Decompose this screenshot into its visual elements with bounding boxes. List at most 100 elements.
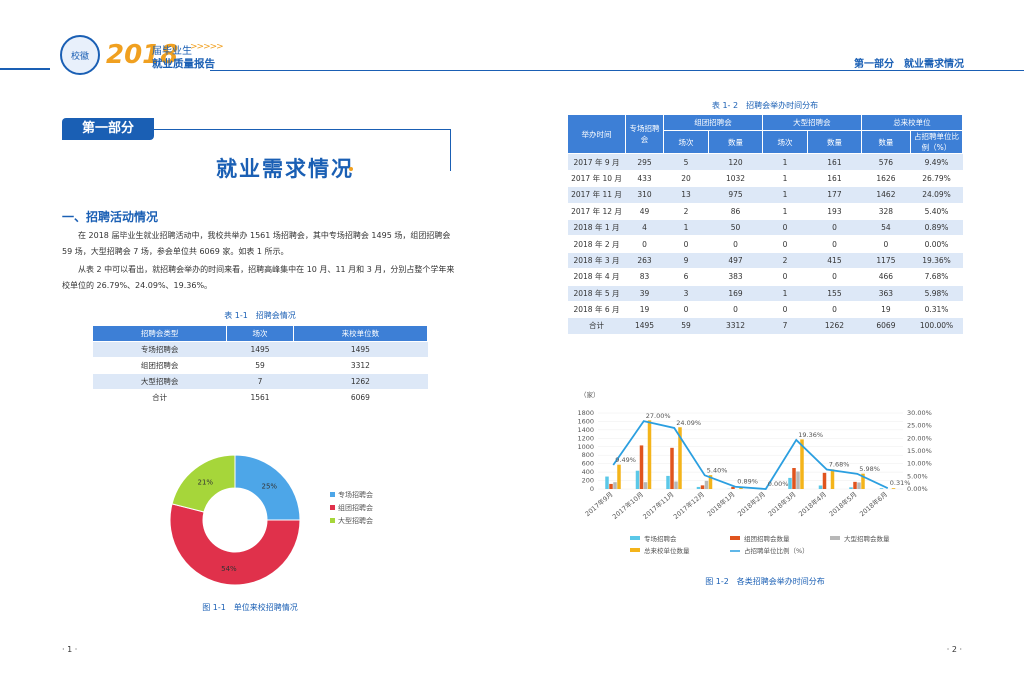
bar <box>605 476 609 489</box>
legend-label: 专场招聘会 <box>338 491 373 499</box>
x-tick-label: 2018年3月 <box>766 490 798 519</box>
bar <box>647 420 652 489</box>
header-rule-right <box>210 70 1024 71</box>
table1-cell: 7 <box>226 373 294 390</box>
y-right-tick: 30.00% <box>907 409 932 417</box>
x-tick-label: 2017年11月 <box>641 490 676 521</box>
bar <box>879 488 884 489</box>
table1-caption: 表 1-1 招聘会情况 <box>224 311 296 320</box>
table1-cell: 3312 <box>293 357 428 374</box>
table2-cell: 363 <box>861 285 911 302</box>
bar <box>853 481 857 489</box>
bar <box>700 485 705 489</box>
bar <box>849 487 853 489</box>
y-right-tick: 10.00% <box>907 460 932 468</box>
chart-caption: 图 1-2 各类招聘会举办时间分布 <box>705 577 825 586</box>
table2-cell: 177 <box>807 186 862 204</box>
table2-cell: 1626 <box>861 170 911 188</box>
table1-cell: 6069 <box>293 389 428 406</box>
pie-caption: 图 1-1 单位来校招聘情况 <box>202 603 298 612</box>
bar <box>635 470 640 489</box>
table2-cell: 2 <box>762 252 808 270</box>
pie-legend-item: 专场招聘会 <box>330 490 373 500</box>
ratio-data-label: 27.00% <box>646 412 671 420</box>
y-left-tick: 1200 <box>577 434 594 442</box>
ratio-data-label: 5.40% <box>707 466 728 474</box>
y-right-tick: 25.00% <box>907 422 932 430</box>
table2-cell: 497 <box>708 252 763 270</box>
table2-row: 2018 年 3 月 263 9 497 2 415 1175 19.36% <box>567 252 963 270</box>
bar <box>891 488 896 489</box>
table2-cell: 0 <box>625 235 664 253</box>
table2-cell: 24.09% <box>910 186 963 204</box>
report-subtitle-2: 就业质量报告 <box>152 58 215 70</box>
table-1: 招聘会类型 场次 来校单位数 专场招聘会 1495 1495 组团招聘会 59 3312 大型招… <box>91 325 429 406</box>
bar <box>617 464 621 489</box>
header-arrows: >>>>> <box>190 42 224 52</box>
table2-cell: 2017 年 12 月 <box>567 203 626 220</box>
table2-cell: 0 <box>663 235 709 253</box>
table2-cell: 9.49% <box>910 153 963 171</box>
th-group-count: 场次 <box>662 130 710 155</box>
table2-cell: 310 <box>625 186 664 204</box>
y-left-tick: 1600 <box>577 417 594 425</box>
table2-cell: 2017 年 9 月 <box>567 153 626 171</box>
pie-slice-label: 54% <box>221 565 237 573</box>
table1-cell: 专场招聘会 <box>92 341 227 358</box>
bar <box>818 485 823 489</box>
table1-cell: 组团招聘会 <box>92 357 227 374</box>
th-total-qty: 数量 <box>860 130 912 155</box>
table2-cell: 合计 <box>567 317 626 335</box>
y-left-tick: 600 <box>582 460 594 468</box>
legend-label: 总来校单位数量 <box>644 546 690 555</box>
pie-legend-item: 大型招聘会 <box>330 516 373 526</box>
y-left-tick: 1000 <box>577 443 594 451</box>
legend-label: 组团招聘会数量 <box>744 534 790 543</box>
x-tick-label: 2018年2月 <box>735 490 767 519</box>
y-left-tick: 400 <box>582 468 594 476</box>
table2-cell: 2018 年 2 月 <box>567 235 626 253</box>
legend-label: 组团招聘会 <box>338 504 373 512</box>
th-large-qty: 数量 <box>807 130 862 155</box>
legend-label: 占招聘单位比例（%） <box>744 546 809 555</box>
table2-cell: 86 <box>708 203 763 220</box>
bar <box>696 486 701 489</box>
table2-cell: 415 <box>807 252 862 270</box>
pie-slice-label: 25% <box>262 483 278 491</box>
table2-cell: 0 <box>762 219 808 237</box>
title-dot <box>349 167 353 171</box>
table1-cell: 合计 <box>92 389 227 406</box>
table2-cell: 466 <box>861 268 911 286</box>
y-left-tick: 200 <box>582 477 594 485</box>
bar <box>639 445 644 489</box>
table2-cell: 0 <box>807 219 862 237</box>
table2-cell: 7.68% <box>910 268 963 286</box>
section-title: 就业需求情况 <box>216 157 354 181</box>
ratio-data-label: 5.98% <box>859 465 880 473</box>
table2-cell: 295 <box>625 153 664 171</box>
th-group-qty: 数量 <box>708 130 763 155</box>
table2-cell: 49 <box>625 203 664 220</box>
table2-cell: 433 <box>625 170 664 188</box>
subsection-heading: 一、招聘活动情况 <box>62 210 159 224</box>
table2-cell: 59 <box>663 317 709 335</box>
table2-cell: 3 <box>663 285 709 302</box>
paragraph-2: 从表 2 中可以看出，就招聘会举办的时间来看，招聘高峰集中在 10 月、11 月… <box>62 265 455 290</box>
y-left-tick: 1800 <box>577 409 594 417</box>
table2-cell: 193 <box>807 203 862 220</box>
table2-row: 2018 年 2 月 0 0 0 0 0 0 0.00% <box>567 235 963 253</box>
table1-cell: 1262 <box>293 373 428 390</box>
table2-cell: 26.79% <box>910 170 963 188</box>
table2-cell: 0 <box>708 301 763 319</box>
table2-cell: 1175 <box>861 252 911 270</box>
th-large: 大型招聘会 <box>761 113 862 132</box>
legend-swatch <box>730 536 740 540</box>
th-group: 组团招聘会 <box>663 113 763 132</box>
legend-swatch <box>830 536 840 540</box>
table2-cell: 2018 年 6 月 <box>567 301 626 319</box>
table2-cell: 383 <box>708 268 763 286</box>
table2-cell: 161 <box>807 153 862 171</box>
legend-swatch <box>330 505 335 510</box>
ratio-data-label: 24.09% <box>676 419 701 427</box>
table1-row: 组团招聘会 59 3312 <box>92 357 428 374</box>
